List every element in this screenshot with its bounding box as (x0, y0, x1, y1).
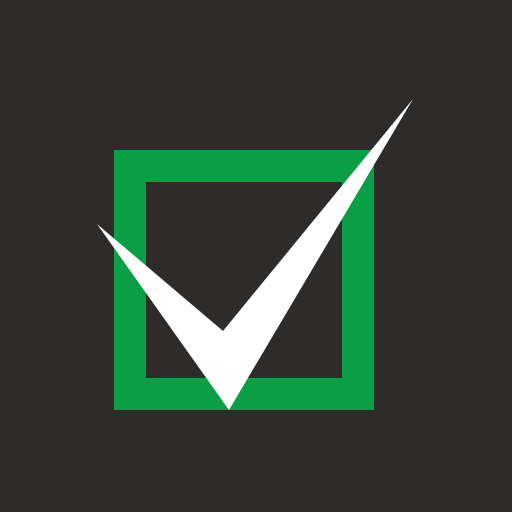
checkbox-checked-icon (0, 0, 512, 512)
checkbox-icon-canvas (0, 0, 512, 512)
background (0, 0, 512, 512)
